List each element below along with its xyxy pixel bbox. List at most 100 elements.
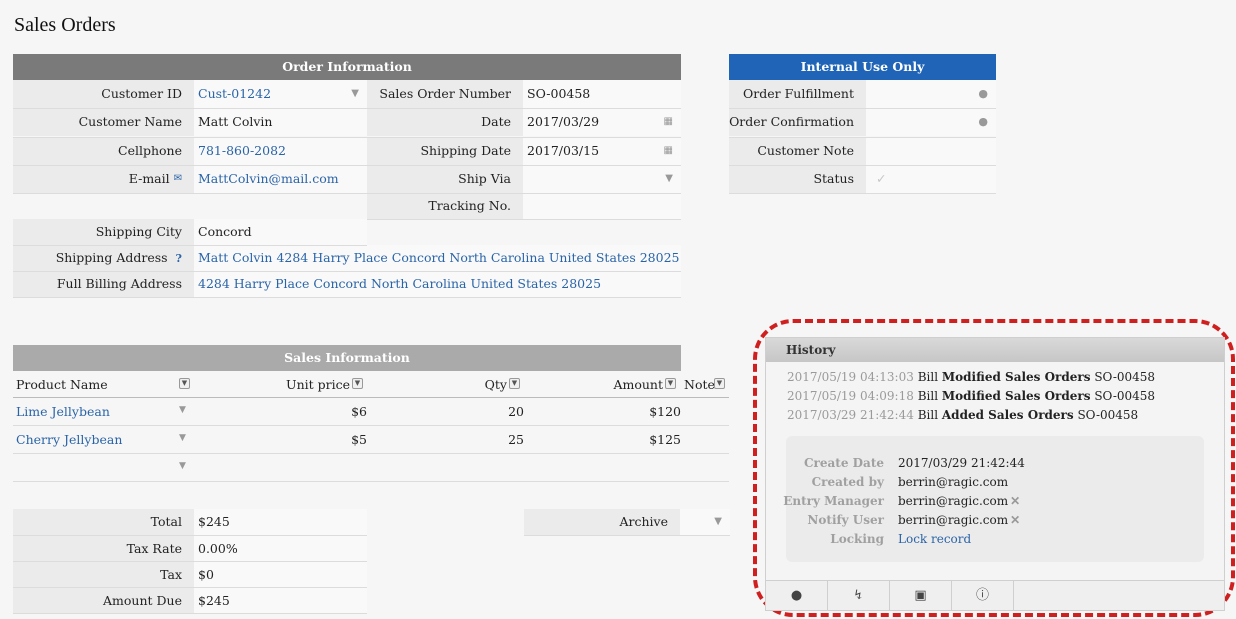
- approval-button[interactable]: ▣: [890, 581, 952, 611]
- row2-amount: $125: [649, 432, 681, 447]
- history-entry-timestamp: 2017/05/19 04:09:18: [787, 389, 914, 403]
- row2-qty[interactable]: 25: [440, 432, 524, 447]
- col-unit-price-header[interactable]: Unit price: [240, 377, 350, 392]
- calendar-icon[interactable]: ▦: [664, 137, 673, 165]
- chevron-down-icon[interactable]: ▼: [179, 405, 186, 415]
- close-icon[interactable]: ✕: [1010, 513, 1020, 527]
- customer-name-field[interactable]: Matt Colvin: [194, 108, 367, 136]
- cellphone-label: Cellphone: [13, 137, 194, 165]
- ship-via-label: Ship Via: [367, 165, 523, 193]
- row2-product[interactable]: Cherry Jellybean: [16, 432, 122, 447]
- shipping-city-field[interactable]: Concord: [194, 219, 367, 245]
- close-icon[interactable]: ✕: [1010, 494, 1020, 508]
- comment-button[interactable]: ●: [766, 581, 828, 611]
- email-field[interactable]: MattColvin@mail.com: [194, 165, 367, 193]
- shipping-date-field[interactable]: 2017/03/15 ▦: [523, 137, 681, 165]
- tax-label: Tax: [13, 562, 194, 588]
- chevron-down-icon[interactable]: ▼: [665, 378, 676, 389]
- history-entry-record: SO-00458: [1094, 370, 1156, 384]
- amount-due-value: $245: [194, 588, 367, 614]
- chevron-down-icon[interactable]: ▼: [179, 378, 190, 389]
- shipping-address-field[interactable]: Matt Colvin 4284 Harry Place Concord Nor…: [194, 245, 681, 271]
- email-label: E-mail: [128, 171, 170, 186]
- date-field[interactable]: 2017/03/29 ▦: [523, 108, 681, 136]
- comment-icon: ●: [790, 588, 803, 603]
- so-number-field[interactable]: SO-00458: [523, 80, 681, 108]
- history-entry-user: Bill: [917, 370, 939, 384]
- shipping-date-label: Shipping Date: [367, 137, 523, 165]
- total-value: $245: [194, 509, 367, 535]
- order-confirmation-field[interactable]: ●: [866, 108, 996, 136]
- history-toolbar: ● ↯ ▣ ⓘ: [766, 580, 1224, 611]
- customer-id-value[interactable]: Cust-01242: [198, 86, 271, 101]
- actions-button[interactable]: ↯: [828, 581, 890, 611]
- shipping-date-value[interactable]: 2017/03/15: [527, 143, 599, 158]
- date-value[interactable]: 2017/03/29: [527, 114, 599, 129]
- entry-manager-field: berrin@ragic.com ✕: [898, 494, 1020, 508]
- check-icon[interactable]: ✓: [876, 171, 886, 186]
- order-fulfillment-field[interactable]: ●: [866, 80, 996, 108]
- shipping-address-value[interactable]: Matt Colvin 4284 Harry Place Concord Nor…: [198, 250, 679, 265]
- history-entry-timestamp: 2017/03/29 21:42:44: [787, 408, 914, 422]
- ship-via-field[interactable]: ▼: [523, 165, 681, 193]
- billing-address-label: Full Billing Address: [13, 271, 194, 297]
- tax-rate-field[interactable]: 0.00%: [194, 536, 367, 562]
- col-qty-header[interactable]: Qty: [440, 377, 507, 392]
- cellphone-field[interactable]: 781-860-2082: [194, 137, 367, 165]
- chevron-down-icon[interactable]: ▼: [665, 165, 673, 193]
- clipboard-icon: ▣: [914, 588, 927, 603]
- customer-id-field[interactable]: Cust-01242 ▼: [194, 80, 367, 108]
- row1-product[interactable]: Lime Jellybean: [16, 404, 110, 419]
- tracking-field[interactable]: [523, 193, 681, 219]
- entry-manager-label: Entry Manager: [783, 494, 884, 508]
- row1-unit-price[interactable]: $6: [240, 404, 367, 419]
- email-value[interactable]: MattColvin@mail.com: [198, 171, 339, 186]
- chevron-down-icon[interactable]: ▼: [179, 461, 186, 471]
- status-label: Status: [729, 165, 866, 193]
- lock-record-link[interactable]: Lock record: [898, 532, 971, 546]
- history-entry-record: SO-00458: [1094, 389, 1156, 403]
- chevron-down-icon[interactable]: ▼: [179, 433, 186, 443]
- chevron-down-icon[interactable]: ▼: [714, 509, 722, 535]
- order-info-header: Order Information: [13, 54, 681, 80]
- chevron-down-icon[interactable]: ▼: [714, 378, 725, 389]
- shipping-address-label: Shipping Address: [55, 250, 168, 265]
- archive-field[interactable]: ▼: [680, 509, 730, 535]
- status-field[interactable]: ✓: [866, 165, 996, 193]
- chevron-down-icon[interactable]: ▼: [351, 80, 359, 108]
- user-icon[interactable]: ●: [978, 108, 988, 136]
- record-meta-box: Create Date 2017/03/29 21:42:44 Created …: [783, 436, 1204, 562]
- archive-label: Archive: [524, 509, 680, 535]
- help-icon[interactable]: ?: [176, 252, 182, 265]
- calendar-icon[interactable]: ▦: [664, 108, 673, 136]
- order-confirmation-label: Order Confirmation: [729, 108, 866, 136]
- col-amount-header[interactable]: Amount: [580, 377, 663, 392]
- cellphone-value[interactable]: 781-860-2082: [198, 143, 286, 158]
- date-label: Date: [367, 108, 523, 136]
- row1-qty[interactable]: 20: [440, 404, 524, 419]
- billing-address-value[interactable]: 4284 Harry Place Concord North Carolina …: [198, 276, 601, 291]
- total-label: Total: [13, 509, 194, 535]
- mail-icon[interactable]: ✉: [174, 173, 182, 184]
- notify-user-field: berrin@ragic.com ✕: [898, 513, 1020, 527]
- history-entry-user: Bill: [917, 408, 939, 422]
- history-entry-action: Modified Sales Orders: [941, 389, 1091, 403]
- col-note-header[interactable]: Note: [684, 377, 715, 392]
- notify-user-value: berrin@ragic.com: [898, 513, 1009, 527]
- customer-note-field[interactable]: [866, 137, 996, 165]
- chevron-down-icon[interactable]: ▼: [352, 378, 363, 389]
- history-entry-timestamp: 2017/05/19 04:13:03: [787, 370, 914, 384]
- user-icon[interactable]: ●: [978, 80, 988, 108]
- order-fulfillment-label: Order Fulfillment: [729, 80, 866, 108]
- sales-info-header: Sales Information: [13, 345, 681, 371]
- customer-note-label: Customer Note: [729, 137, 866, 165]
- chevron-down-icon[interactable]: ▼: [509, 378, 520, 389]
- row2-unit-price[interactable]: $5: [240, 432, 367, 447]
- col-product-header[interactable]: Product Name: [16, 377, 108, 392]
- locking-label: Locking: [830, 532, 884, 546]
- info-button[interactable]: ⓘ: [952, 581, 1014, 611]
- billing-address-field[interactable]: 4284 Harry Place Concord North Carolina …: [194, 271, 681, 297]
- shipping-address-label-cell: Shipping Address ?: [13, 245, 194, 271]
- created-by-label: Created by: [811, 475, 884, 489]
- info-icon: ⓘ: [975, 588, 989, 603]
